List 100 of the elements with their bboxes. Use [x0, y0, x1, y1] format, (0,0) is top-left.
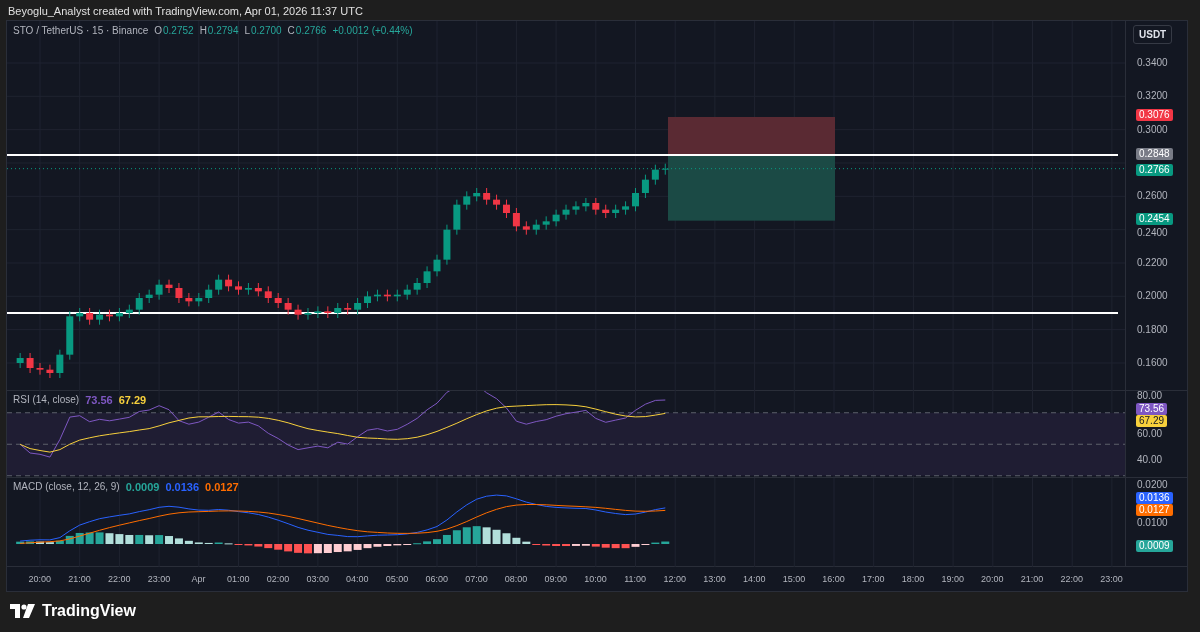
time-label: 15:00	[781, 574, 807, 584]
price-badge: 0.2454	[1136, 212, 1173, 225]
price-tick: 0.3000	[1137, 123, 1168, 136]
time-label: 03:00	[305, 574, 330, 584]
candle	[86, 307, 94, 326]
price-change: +0.0012 (+0.44%)	[332, 25, 413, 36]
histogram-bar	[155, 535, 164, 544]
time-label: 21:00	[67, 574, 92, 584]
time-label: 01:00	[226, 574, 251, 584]
candle	[66, 310, 74, 361]
time-label: 11:00	[623, 574, 648, 584]
candle	[96, 309, 104, 326]
candle	[106, 309, 113, 322]
time-label: 06:00	[424, 574, 449, 584]
candle	[463, 190, 471, 211]
macd-tick: 0.0200	[1137, 479, 1168, 491]
candle	[334, 302, 342, 319]
rsi-badge: 67.29	[1136, 415, 1168, 427]
price-tick: 0.3400	[1137, 57, 1168, 69]
price-tick: 0.1800	[1137, 323, 1168, 336]
candle	[592, 197, 600, 216]
histogram-bar	[294, 544, 303, 553]
price-badge: 0.2766	[1136, 163, 1173, 176]
histogram-bar	[85, 532, 94, 544]
candle	[46, 364, 54, 379]
price-tick: 0.2000	[1137, 290, 1168, 303]
candle	[76, 307, 84, 322]
ohlc-value: O0.2752	[154, 25, 194, 36]
logo-text: TradingView	[42, 602, 136, 620]
candle	[264, 285, 272, 304]
candle	[344, 302, 352, 316]
time-label: 04:00	[345, 574, 370, 584]
histogram-bar	[472, 526, 481, 544]
candle	[304, 307, 312, 321]
price-tick: 0.2200	[1137, 257, 1168, 269]
candle	[36, 362, 44, 376]
attribution-text: Beyoglu_Analyst created with TradingView.com, Apr 01, 2026 11:37 UTC	[7, 4, 364, 19]
candle	[493, 194, 501, 211]
candle	[602, 204, 610, 219]
candle	[433, 254, 441, 277]
candle	[582, 197, 590, 212]
time-label: 18:00	[900, 574, 926, 584]
indicator-title: MACD (close, 12, 26, 9)	[13, 481, 120, 493]
ohlc-value: L0.2700	[244, 25, 282, 36]
time-label: 21:00	[1019, 574, 1045, 584]
candle	[661, 163, 669, 176]
candle	[115, 307, 123, 322]
histogram-bar	[482, 527, 491, 544]
candle	[145, 289, 153, 304]
time-label: 09:00	[543, 574, 569, 584]
candle	[453, 199, 461, 236]
time-label: 07:00	[464, 574, 489, 584]
candle	[651, 164, 659, 186]
histogram-bar	[105, 533, 114, 544]
candle	[393, 289, 401, 302]
candle	[483, 187, 491, 206]
currency-button[interactable]: USDT	[1133, 25, 1173, 44]
time-label: 08:00	[503, 574, 529, 584]
candle	[423, 265, 431, 289]
price-tick: 0.2600	[1137, 190, 1168, 203]
histogram-bar	[313, 544, 322, 554]
price-badge: 0.2848	[1136, 148, 1173, 160]
candle	[542, 215, 550, 231]
indicator-value: 67.29	[118, 394, 147, 406]
indicator-value: 0.0009	[125, 481, 160, 493]
price-tick: 0.2400	[1137, 227, 1168, 239]
candle	[512, 207, 520, 232]
time-label: 10:00	[583, 574, 608, 584]
logo-icon	[10, 604, 36, 618]
candle	[244, 282, 252, 296]
time-label: 02:00	[265, 574, 291, 584]
candle	[314, 305, 322, 319]
candle	[532, 219, 540, 236]
indicator-title: RSI (14, close)	[13, 394, 80, 406]
time-label: 23:00	[146, 574, 172, 584]
candle	[125, 304, 133, 319]
ohlc-value: C0.2766	[287, 25, 327, 36]
rsi-tick: 80.00	[1137, 390, 1163, 402]
candle	[225, 274, 233, 292]
histogram-bar	[462, 527, 471, 544]
rsi-badge: 73.56	[1136, 403, 1168, 415]
candle	[235, 280, 242, 296]
time-label: 19:00	[940, 574, 965, 584]
indicator-value: 0.0127	[205, 481, 239, 493]
candle	[274, 292, 282, 309]
histogram-bar	[492, 529, 501, 544]
indicator-value: 0.0136	[165, 481, 200, 493]
ohlc-value: H0.2794	[199, 25, 239, 36]
histogram-bar	[125, 535, 134, 544]
candle	[354, 297, 362, 316]
candle	[383, 289, 391, 302]
time-label: 20:00	[27, 574, 53, 584]
candle	[205, 284, 213, 304]
candle	[185, 292, 193, 307]
time-label: 13:00	[702, 574, 727, 584]
macd-badge: 0.0136	[1136, 492, 1173, 504]
candle	[641, 174, 649, 199]
time-label: 17:00	[861, 574, 886, 584]
macd-tick: 0.0100	[1137, 517, 1168, 529]
candle	[324, 305, 332, 319]
